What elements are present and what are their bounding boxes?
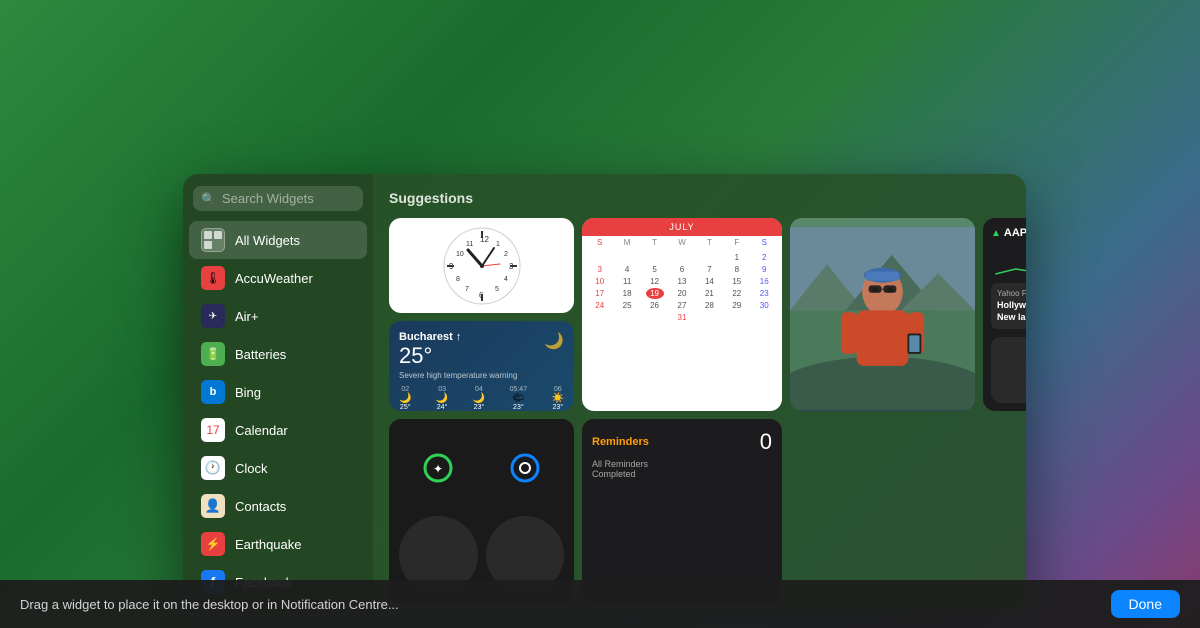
calendar-dates: - - - - - 1 2 3 4 5 6 7 8 [582, 249, 782, 326]
suggestions-header: Suggestions [389, 190, 1010, 206]
svg-text:5: 5 [495, 286, 499, 293]
suggestions-title: Suggestions [389, 190, 473, 206]
svg-text:9: 9 [449, 262, 454, 271]
reminders-title: Reminders [592, 436, 649, 448]
svg-text:11: 11 [466, 241, 473, 248]
day-t1: T [646, 238, 664, 247]
grid-icon [201, 228, 225, 252]
bluetooth-ring: ✦ [423, 453, 453, 483]
bing-icon: b [201, 380, 225, 404]
bottom-hint: Drag a widget to place it on the desktop… [20, 597, 399, 612]
sidebar-label-airplus: Air+ [235, 309, 258, 324]
day-f: F [728, 238, 746, 247]
search-icon: 🔍 [201, 192, 216, 206]
earthquake-icon: ⚡ [201, 532, 225, 556]
sidebar-item-all-widgets[interactable]: All Widgets [189, 221, 367, 259]
suggestions-grid: 12 3 6 9 1 2 4 5 11 10 8 7 [389, 218, 1010, 604]
calendar-days-row: S M T W T F S [582, 236, 782, 249]
search-bar[interactable]: 🔍 [193, 186, 363, 211]
day-t2: T [700, 238, 718, 247]
scroll-ring [510, 453, 540, 483]
done-button[interactable]: Done [1111, 590, 1180, 618]
sidebar-item-airplus[interactable]: ✈ Air+ [189, 297, 367, 335]
sidebar-item-earthquake[interactable]: ⚡ Earthquake [189, 525, 367, 563]
weather-desc: Severe high temperature warning [399, 371, 564, 380]
svg-text:✦: ✦ [433, 462, 443, 476]
clock-svg: 12 3 6 9 1 2 4 5 11 10 8 7 [442, 226, 522, 306]
sidebar-item-calendar[interactable]: 17 Calendar [189, 411, 367, 449]
sidebar-label-calendar: Calendar [235, 423, 288, 438]
svg-text:10: 10 [456, 251, 464, 258]
calendar-widget[interactable]: JULY S M T W T F S - - - - [582, 218, 782, 411]
svg-text:8: 8 [456, 276, 460, 283]
contacts-icon: 👤 [201, 494, 225, 518]
calendar-month: JULY [590, 222, 774, 232]
svg-text:1: 1 [496, 241, 500, 248]
widget-panel: 🔍 All Widgets 🌡 AccuWeather [183, 174, 1026, 614]
svg-text:2: 2 [504, 251, 508, 258]
clock-widget[interactable]: 12 3 6 9 1 2 4 5 11 10 8 7 [389, 218, 574, 313]
svg-text:12: 12 [480, 235, 489, 244]
reminders-widget[interactable]: Reminders 0 All Reminders Completed [582, 419, 782, 604]
clock-icon: 🕐 [201, 456, 225, 480]
photo-widget[interactable] [790, 218, 975, 411]
airplus-icon: ✈ [201, 304, 225, 328]
svg-text:3: 3 [509, 262, 514, 271]
sidebar-item-contacts[interactable]: 👤 Contacts [189, 487, 367, 525]
day-s: S [591, 238, 609, 247]
reminders-count: 0 [760, 429, 772, 455]
svg-text:6: 6 [479, 291, 484, 300]
sidebar: 🔍 All Widgets 🌡 AccuWeather [183, 174, 373, 614]
sidebar-label-accuweather: AccuWeather [235, 271, 313, 286]
accuweather-icon: 🌡 [201, 266, 225, 290]
search-input[interactable] [222, 191, 355, 206]
sidebar-label-clock: Clock [235, 461, 268, 476]
weather-city: Bucharest ↑ [399, 331, 461, 343]
sidebar-item-bing[interactable]: b Bing [189, 373, 367, 411]
bottom-bar: Drag a widget to place it on the desktop… [0, 580, 1200, 628]
sidebar-item-batteries[interactable]: 🔋 Batteries [189, 335, 367, 373]
sidebar-item-clock[interactable]: 🕐 Clock [189, 449, 367, 487]
day-s2: S [755, 238, 773, 247]
photo-svg [790, 220, 975, 410]
sidebar-label-contacts: Contacts [235, 499, 286, 514]
weather-temp: 25° [399, 343, 461, 369]
svg-text:7: 7 [465, 286, 469, 293]
content-area: Suggestions 12 3 6 9 1 [373, 174, 1026, 614]
stocks-ticker: AAPL [1004, 227, 1026, 239]
calendar-icon: 17 [201, 418, 225, 442]
sidebar-label-bing: Bing [235, 385, 261, 400]
day-w: W [673, 238, 691, 247]
sidebar-label-batteries: Batteries [235, 347, 286, 362]
sidebar-list: All Widgets 🌡 AccuWeather ✈ Air+ 🔋 Batte… [183, 221, 373, 602]
sidebar-item-accuweather[interactable]: 🌡 AccuWeather [189, 259, 367, 297]
day-m: M [618, 238, 636, 247]
weather-widget[interactable]: Bucharest ↑ 25° 🌙 Severe high temperatur… [389, 321, 574, 411]
sidebar-label-all-widgets: All Widgets [235, 233, 300, 248]
sidebar-label-earthquake: Earthquake [235, 537, 302, 552]
watch-circles: ✦ [389, 419, 574, 604]
svg-text:4: 4 [504, 276, 508, 283]
stocks-widget[interactable]: ▲ AAPL 193.99 Yahoo Finance Vid... Holly… [983, 218, 1026, 411]
batteries-icon: 🔋 [201, 342, 225, 366]
watch-widget[interactable]: ✦ [389, 419, 574, 604]
calendar-header: JULY [582, 218, 782, 236]
stocks-chart [991, 244, 1026, 279]
